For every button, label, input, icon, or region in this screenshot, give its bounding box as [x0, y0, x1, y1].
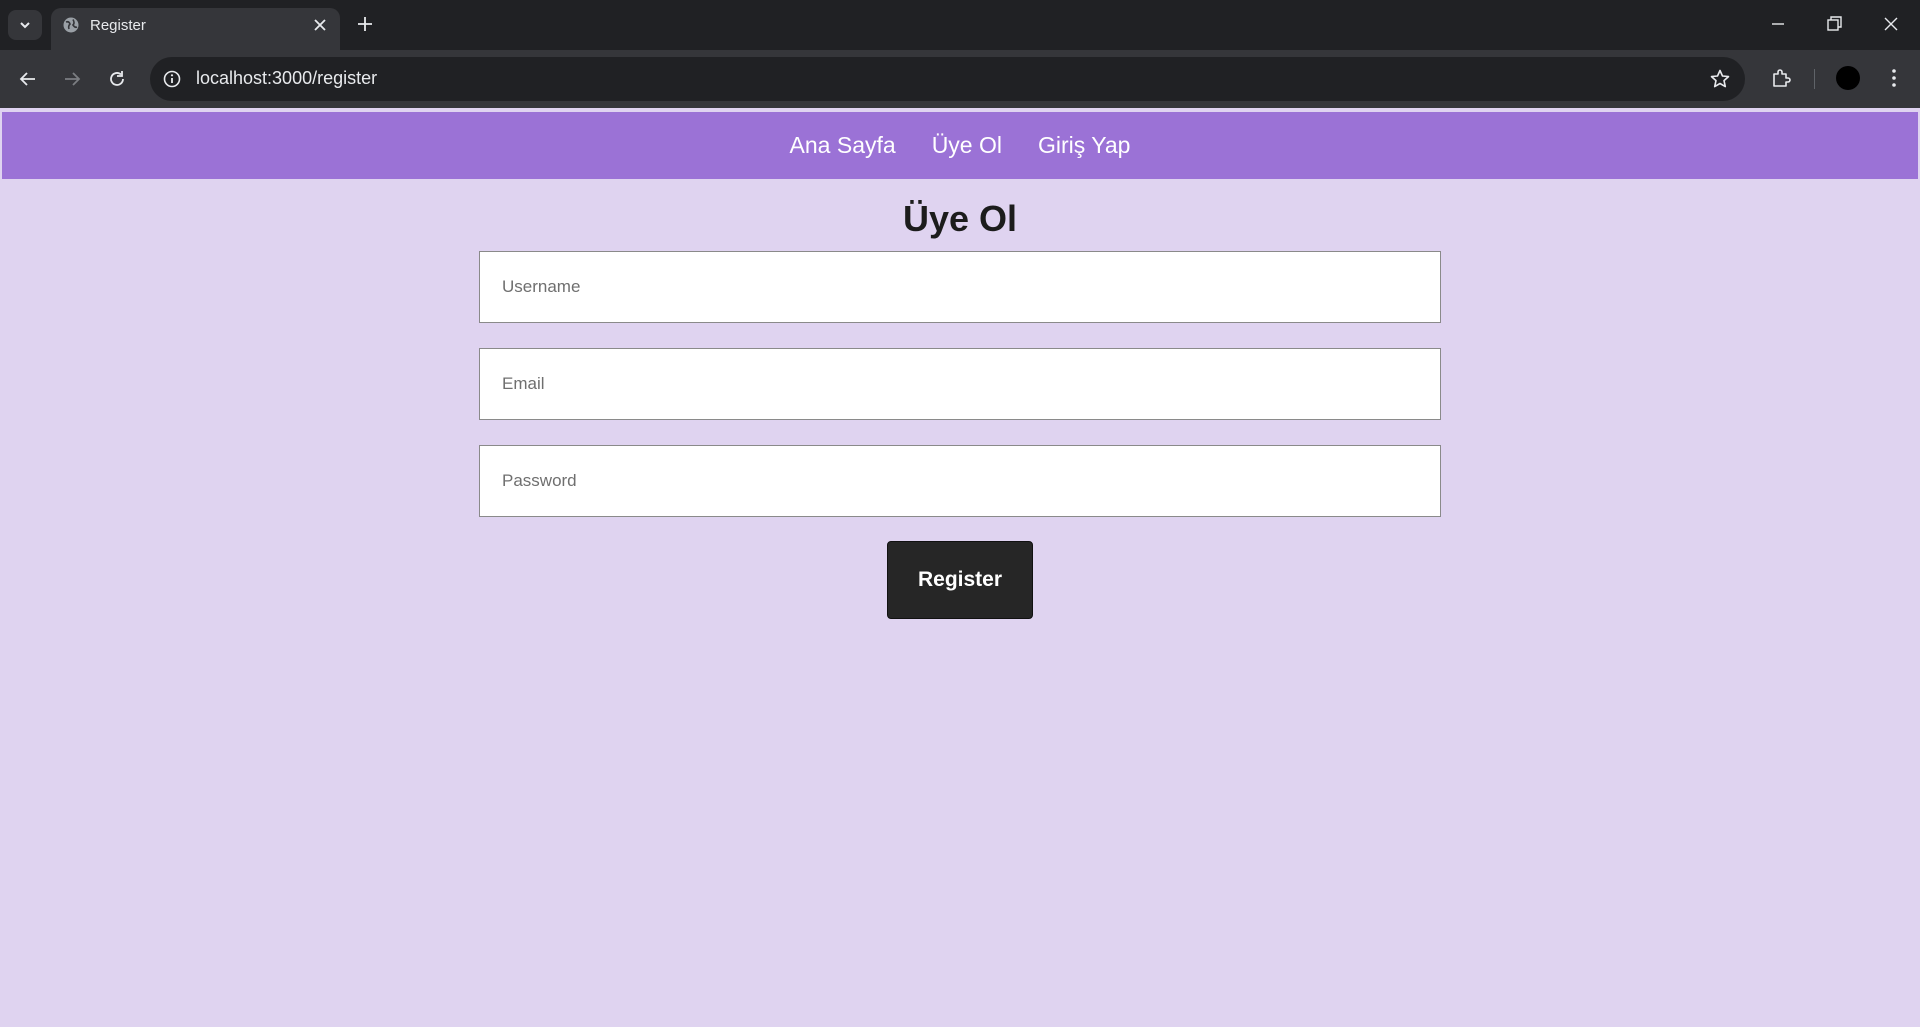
username-input[interactable] — [479, 251, 1441, 323]
toolbar-divider — [1814, 69, 1815, 89]
forward-icon[interactable] — [62, 69, 82, 89]
globe-icon — [63, 17, 79, 33]
profile-avatar[interactable] — [1836, 66, 1860, 90]
page-title: Üye Ol — [902, 198, 1018, 239]
address-bar[interactable]: localhost:3000/register — [150, 57, 1745, 101]
nav-link-home[interactable]: Ana Sayfa — [790, 132, 896, 159]
window-close-icon[interactable] — [1881, 14, 1901, 34]
minimize-icon[interactable] — [1768, 14, 1788, 34]
browser-toolbar: localhost:3000/register — [0, 50, 1920, 108]
nav-link-login[interactable]: Giriş Yap — [1038, 132, 1130, 159]
email-input[interactable] — [479, 348, 1441, 420]
tab-title: Register — [90, 17, 146, 34]
page-viewport: Ana Sayfa Üye Ol Giriş Yap Üye Ol Regist… — [0, 108, 1920, 1027]
register-button[interactable]: Register — [887, 541, 1033, 619]
tab-list-button[interactable] — [8, 10, 42, 40]
close-icon[interactable] — [312, 17, 328, 33]
chevron-down-icon — [20, 22, 30, 29]
restore-icon[interactable] — [1824, 14, 1844, 34]
star-icon[interactable] — [1709, 68, 1731, 90]
info-icon[interactable] — [162, 69, 182, 89]
browser-tab-bar: Register — [0, 0, 1920, 50]
back-icon[interactable] — [18, 69, 38, 89]
extensions-icon[interactable] — [1770, 67, 1792, 89]
top-navbar: Ana Sayfa Üye Ol Giriş Yap — [2, 112, 1918, 179]
nav-link-register[interactable]: Üye Ol — [932, 132, 1002, 159]
url-text[interactable]: localhost:3000/register — [196, 68, 377, 89]
plus-icon[interactable] — [356, 15, 374, 33]
reload-icon[interactable] — [107, 69, 127, 89]
browser-tab[interactable]: Register — [51, 8, 340, 50]
kebab-menu-icon[interactable] — [1884, 67, 1904, 89]
password-input[interactable] — [479, 445, 1441, 517]
